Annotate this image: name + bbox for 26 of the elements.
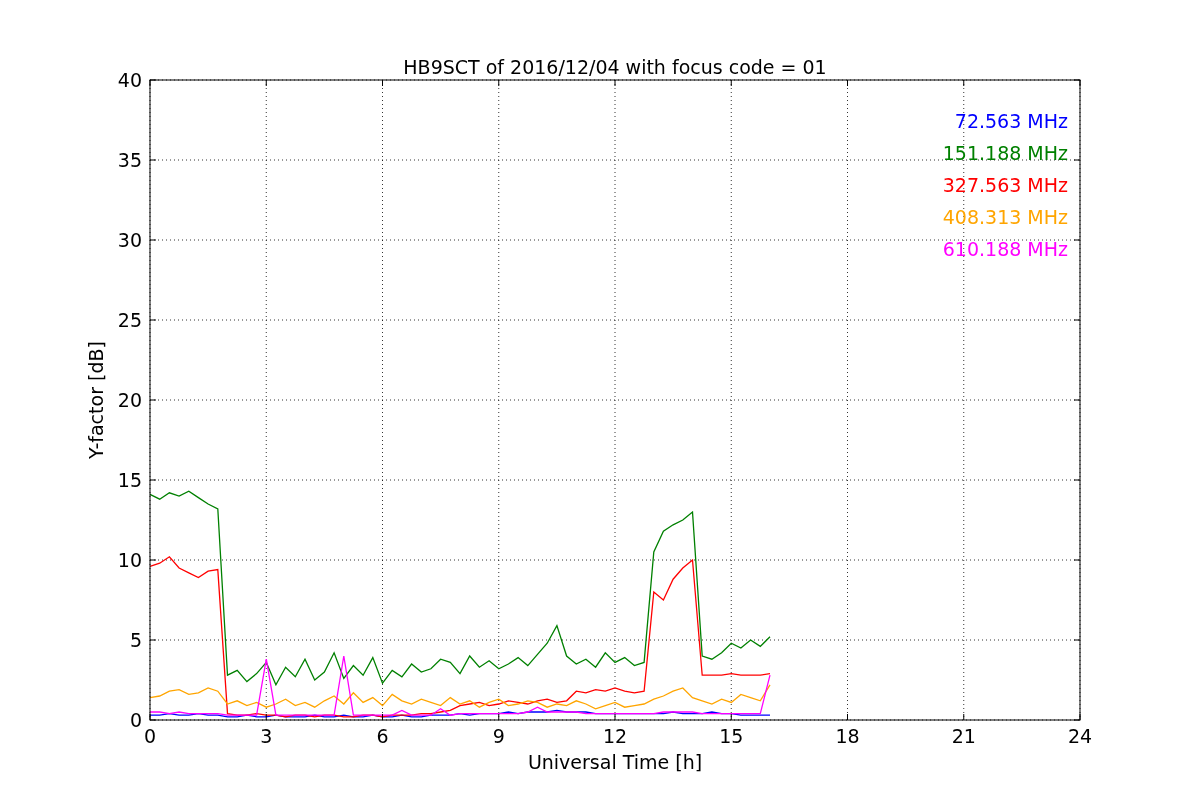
x-tick-label: 24 bbox=[1067, 725, 1093, 747]
y-tick-label: 0 bbox=[129, 709, 142, 731]
legend-label: 610.188 MHz bbox=[942, 238, 1068, 260]
x-tick-label: 3 bbox=[260, 725, 273, 747]
x-tick-label: 6 bbox=[376, 725, 389, 747]
y-tick-label: 30 bbox=[117, 229, 142, 251]
y-tick-label: 20 bbox=[117, 389, 142, 411]
x-tick-label: 15 bbox=[719, 725, 744, 747]
x-tick-label: 12 bbox=[602, 725, 628, 747]
chart-title: HB9SCT of 2016/12/04 with focus code = 01 bbox=[403, 56, 827, 78]
legend-label: 72.563 MHz bbox=[954, 110, 1068, 132]
legend-label: 408.313 MHz bbox=[942, 206, 1068, 228]
x-tick-label: 9 bbox=[492, 725, 505, 747]
x-tick-label: 18 bbox=[835, 725, 860, 747]
y-tick-label: 25 bbox=[117, 309, 142, 331]
x-axis-label: Universal Time [h] bbox=[527, 751, 703, 773]
y-tick-label: 35 bbox=[117, 149, 142, 171]
x-tick-label: 0 bbox=[143, 725, 157, 747]
x-tick-label: 21 bbox=[951, 725, 976, 747]
y-tick-label: 5 bbox=[129, 629, 142, 651]
y-axis-label: Y-factor [dB] bbox=[85, 341, 107, 459]
y-tick-label: 10 bbox=[117, 549, 142, 571]
y-tick-label: 15 bbox=[117, 469, 142, 491]
y-tick-label: 40 bbox=[117, 69, 142, 91]
legend-label: 327.563 MHz bbox=[942, 174, 1068, 196]
legend-label: 151.188 MHz bbox=[942, 142, 1068, 164]
